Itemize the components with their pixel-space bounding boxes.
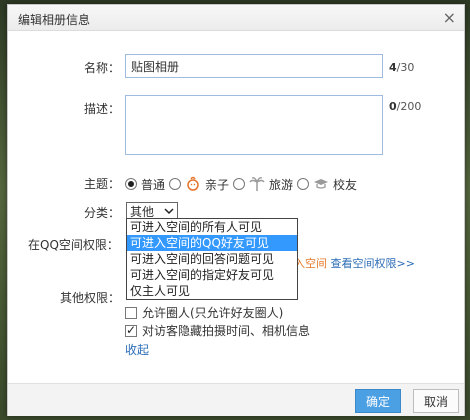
theme-travel-label: 旅游 <box>269 177 294 192</box>
theme-alumni-label: 校友 <box>333 177 358 192</box>
radio-family[interactable] <box>169 178 182 190</box>
allow-tagging-option[interactable]: 允许圈人(只允许好友圈人) <box>125 304 283 321</box>
palm-tree-icon <box>249 177 265 191</box>
collapse-link[interactable]: 收起 <box>125 341 149 358</box>
other-permissions-label: 其他权限： <box>60 291 121 305</box>
view-permission-link[interactable]: 查看空间权限>> <box>331 257 415 270</box>
permission-option-qq-friends[interactable]: 可进入空间的QQ好友可见 <box>127 235 297 251</box>
permission-option-answer-question[interactable]: 可进入空间的回答问题可见 <box>127 251 297 267</box>
hide-exif-checkbox[interactable] <box>125 323 137 337</box>
cancel-button[interactable]: 取消 <box>413 389 459 413</box>
close-icon[interactable]: × <box>443 8 456 27</box>
desc-max: /200 <box>396 100 422 113</box>
theme-option-normal[interactable]: 普通 <box>125 176 165 193</box>
permission-hint-text: 入空间 <box>294 257 327 270</box>
allow-tagging-checkbox[interactable] <box>125 306 137 319</box>
album-name-input[interactable] <box>125 54 383 78</box>
theme-option-family[interactable]: 亲子 <box>169 176 229 193</box>
name-count: 4 <box>389 61 397 74</box>
radio-normal[interactable] <box>125 178 137 190</box>
allow-tagging-label: 允许圈人(只允许好友圈人) <box>142 306 284 320</box>
permission-option-owner-only[interactable]: 仅主人可见 <box>127 283 297 299</box>
desc-label: 描述： <box>84 102 121 116</box>
desc-char-counter: 0/200 <box>389 100 421 113</box>
theme-radio-group: 普通 亲子 旅游 校友 <box>125 175 361 193</box>
dialog-footer: 确定 取消 <box>8 383 464 416</box>
hide-exif-option[interactable]: 对访客隐藏拍摄时间、相机信息 <box>125 322 310 339</box>
permission-hint: 入空间 查看空间权限>> <box>294 255 415 271</box>
radio-travel[interactable] <box>233 178 246 190</box>
desc-count: 0 <box>389 100 397 113</box>
name-max: /30 <box>396 61 415 74</box>
permission-label: 在QQ空间权限： <box>28 238 119 252</box>
theme-option-alumni[interactable]: 校友 <box>297 176 357 193</box>
theme-label: 主题： <box>84 177 121 191</box>
theme-option-travel[interactable]: 旅游 <box>233 176 293 193</box>
permission-option-all[interactable]: 可进入空间的所有人可见 <box>127 219 297 235</box>
name-label: 名称： <box>84 61 121 75</box>
graduation-cap-icon <box>314 179 329 189</box>
dialog-title: 编辑相册信息 <box>18 13 91 27</box>
dialog-titlebar: 编辑相册信息 × <box>8 5 464 31</box>
permission-dropdown-list: 可进入空间的所有人可见 可进入空间的QQ好友可见 可进入空间的回答问题可见 可进… <box>126 218 298 300</box>
radio-alumni[interactable] <box>297 178 310 190</box>
theme-normal-label: 普通 <box>141 177 166 192</box>
confirm-button[interactable]: 确定 <box>355 389 401 413</box>
chevron-down-icon <box>164 208 174 215</box>
hide-exif-label: 对访客隐藏拍摄时间、相机信息 <box>142 324 311 338</box>
album-description-input[interactable] <box>125 95 383 155</box>
category-value: 其他 <box>130 204 155 219</box>
category-label: 分类： <box>84 206 121 220</box>
permission-option-specific-friends[interactable]: 可进入空间的指定好友可见 <box>127 267 297 283</box>
name-char-counter: 4/30 <box>389 61 414 74</box>
baby-icon <box>187 176 199 191</box>
edit-album-dialog: 编辑相册信息 × 名称： 4/30 描述： 0/200 主题： 普通 亲子 <box>7 4 465 416</box>
theme-family-label: 亲子 <box>205 177 230 192</box>
